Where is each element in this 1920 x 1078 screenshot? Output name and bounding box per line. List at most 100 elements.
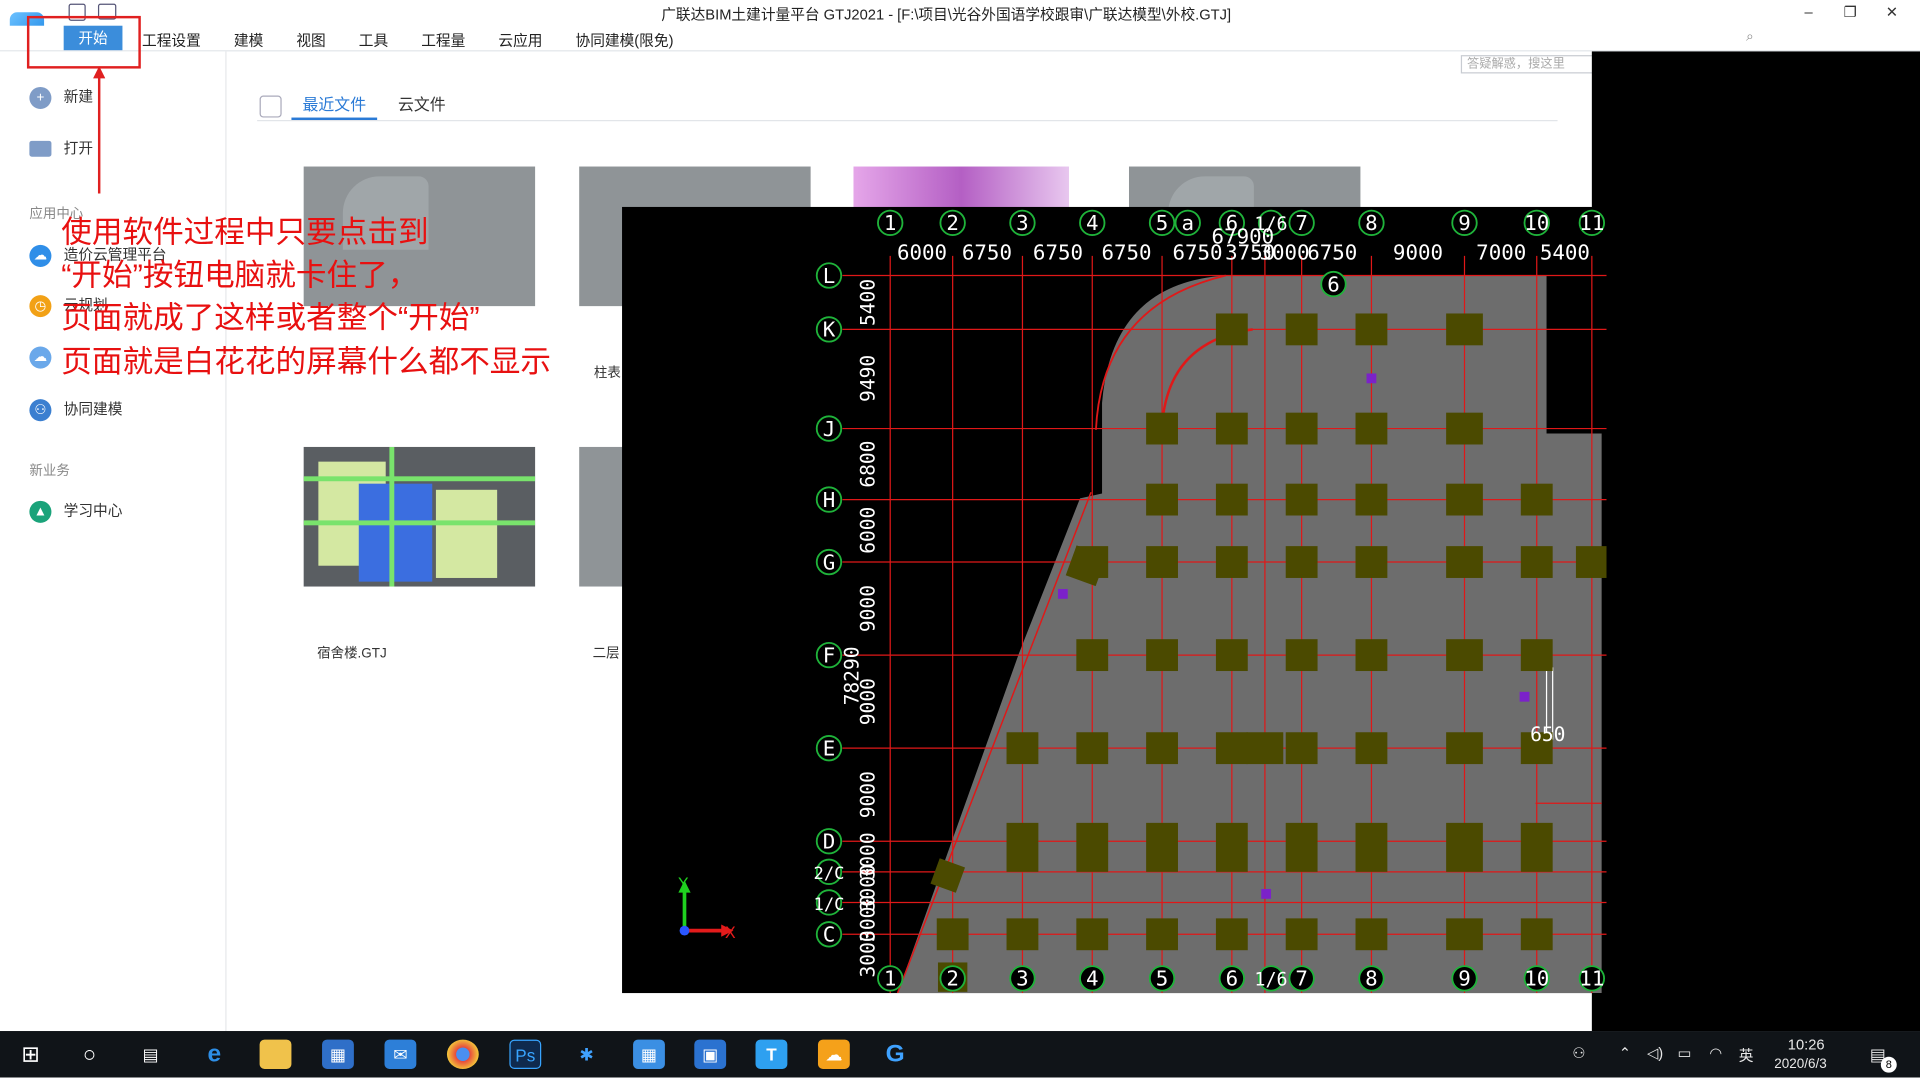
- tab-recent-files[interactable]: 最近文件: [302, 92, 366, 115]
- column: [1146, 732, 1178, 765]
- clock-time[interactable]: 10:26: [1788, 1036, 1825, 1053]
- cad-drawing[interactable]: 12345a61/678910111234561/67891011LLKKJJH…: [622, 207, 1607, 994]
- axis-label-bottom: 4: [1086, 967, 1099, 991]
- axis-label-bottom: 1/6: [1254, 970, 1287, 991]
- notification-badge: 8: [1880, 1056, 1897, 1073]
- graduation-cap-icon: ▲: [29, 500, 52, 523]
- axis-label-bottom: 5: [1156, 967, 1169, 991]
- minimize-button[interactable]: –: [1795, 0, 1822, 26]
- menu-project-settings[interactable]: 工程设置: [142, 29, 201, 50]
- dimension-text-left: 5400: [856, 279, 879, 326]
- axis-label-left: D: [823, 830, 836, 854]
- dimension-text-left: 9490: [856, 355, 879, 402]
- photoshop-icon[interactable]: Ps: [509, 1039, 542, 1069]
- recent-file-thumbnail[interactable]: [853, 166, 1069, 211]
- plan-block: [358, 483, 433, 582]
- annotation-line: “开始”按钮电脑就卡住了，: [61, 258, 419, 293]
- task-view-icon[interactable]: ▤: [135, 1040, 167, 1069]
- dimension-text-top: 6750: [1101, 241, 1151, 265]
- column: [1076, 732, 1109, 765]
- annotation-line: 页面就成了这样或者整个“开始”: [61, 301, 480, 336]
- axis-label-left: F: [823, 643, 836, 667]
- total-dimension-text: 67900: [1212, 225, 1275, 249]
- chevron-up-icon[interactable]: ⌃: [1619, 1044, 1631, 1061]
- column: [1520, 483, 1553, 516]
- axis-label-left: G: [823, 550, 836, 574]
- column: [1006, 918, 1039, 951]
- outlook-icon[interactable]: ▣: [694, 1039, 727, 1069]
- marker: [1519, 691, 1530, 702]
- edge-icon[interactable]: e: [198, 1040, 230, 1069]
- dimension-text-left: 9000: [856, 771, 879, 818]
- ime-indicator[interactable]: 英: [1739, 1044, 1754, 1065]
- column: [1076, 822, 1109, 872]
- column: [1215, 412, 1248, 445]
- restore-button[interactable]: ❐: [1837, 0, 1864, 26]
- menu-collab-modeling[interactable]: 协同建模(限免): [576, 29, 674, 50]
- guanglianda-t-icon[interactable]: T: [755, 1039, 788, 1069]
- volume-icon[interactable]: ◁): [1647, 1044, 1663, 1061]
- file-explorer-icon[interactable]: [259, 1039, 292, 1069]
- column: [1215, 732, 1248, 765]
- wifi-icon[interactable]: ◠: [1709, 1044, 1722, 1061]
- sidebar-item-learn[interactable]: ▲ 学习中心: [29, 500, 122, 529]
- windows-start-icon[interactable]: ⊞: [15, 1040, 47, 1069]
- people-icon[interactable]: ⚇: [1572, 1044, 1585, 1061]
- sidebar-item-new[interactable]: + 新建: [29, 86, 93, 115]
- plan-line: [303, 476, 536, 482]
- annotation-line: 页面就是白花花的屏幕什么都不显示: [61, 345, 552, 380]
- file-name: 柱表: [593, 366, 621, 381]
- file-name[interactable]: 宿舍楼.GTJ: [317, 643, 387, 663]
- clock-date[interactable]: 2020/6/3: [1774, 1057, 1826, 1072]
- chrome-icon[interactable]: [446, 1039, 479, 1069]
- plan-line: [303, 520, 536, 526]
- axis-label-top: 7: [1295, 211, 1308, 235]
- store-icon[interactable]: ▦: [322, 1039, 354, 1069]
- menu-view[interactable]: 视图: [296, 29, 325, 50]
- team-icon: ⚇: [29, 398, 52, 422]
- axis-label-top: 11: [1579, 211, 1604, 235]
- column: [1446, 822, 1483, 872]
- sidebar-item-open[interactable]: 打开: [29, 137, 93, 166]
- menu-tools[interactable]: 工具: [359, 29, 388, 50]
- cad-plan-view[interactable]: 12345a61/678910111234561/67891011LLKKJJH…: [622, 206, 1607, 994]
- app-window: 广联达BIM土建计量平台 GTJ2021 - [F:\项目\光谷外国语学校跟审\…: [0, 0, 1920, 1078]
- recent-file-thumbnail[interactable]: [1128, 166, 1361, 209]
- menu-quantity[interactable]: 工程量: [421, 29, 465, 50]
- mail-icon[interactable]: ✉: [384, 1039, 417, 1069]
- layers-icon: [259, 95, 282, 118]
- plan-block: [435, 489, 498, 578]
- app-grid-icon[interactable]: ▦: [633, 1039, 665, 1069]
- search-circle-icon[interactable]: ○: [73, 1040, 105, 1069]
- sidebar-item-cloud-3[interactable]: ☁: [29, 346, 63, 376]
- column: [1285, 732, 1318, 765]
- column: [1146, 918, 1178, 951]
- dimension-text-top: 5400: [1540, 241, 1590, 265]
- dimension-text-left: 9000: [856, 585, 879, 632]
- dimension-text-left: 6800: [856, 441, 879, 488]
- blank-render-area: [1591, 51, 1920, 1032]
- close-button[interactable]: ✕: [1878, 0, 1905, 26]
- browser-g-icon[interactable]: G: [879, 1040, 911, 1069]
- marker: [1057, 588, 1068, 599]
- column: [1146, 412, 1178, 445]
- menu-modeling[interactable]: 建模: [234, 29, 263, 50]
- column: [1446, 546, 1483, 578]
- axis-label-bottom: 10: [1524, 967, 1549, 991]
- axis-label-top: 1: [884, 211, 897, 235]
- recent-file-thumbnail[interactable]: [303, 446, 536, 587]
- cloud-app-icon[interactable]: ☁: [817, 1039, 850, 1069]
- search-icon[interactable]: ⌕: [1746, 29, 1754, 45]
- file-name[interactable]: 二层: [593, 643, 620, 663]
- folder-icon: [29, 141, 52, 158]
- battery-icon[interactable]: ▭: [1678, 1044, 1692, 1061]
- menu-cloud-apps[interactable]: 云应用: [498, 29, 542, 50]
- dimension-text-right: 3000: [1606, 930, 1607, 977]
- sidebar-item-collab[interactable]: ⚇ 协同建模: [29, 398, 122, 427]
- bluetooth-icon[interactable]: ✱: [571, 1040, 603, 1069]
- dimension-text-right: 9000: [1606, 678, 1607, 725]
- vertical-total-left: 78290: [840, 646, 863, 705]
- column: [1285, 483, 1318, 516]
- tab-cloud-files[interactable]: 云文件: [398, 92, 446, 115]
- active-tab-indicator: [291, 117, 378, 121]
